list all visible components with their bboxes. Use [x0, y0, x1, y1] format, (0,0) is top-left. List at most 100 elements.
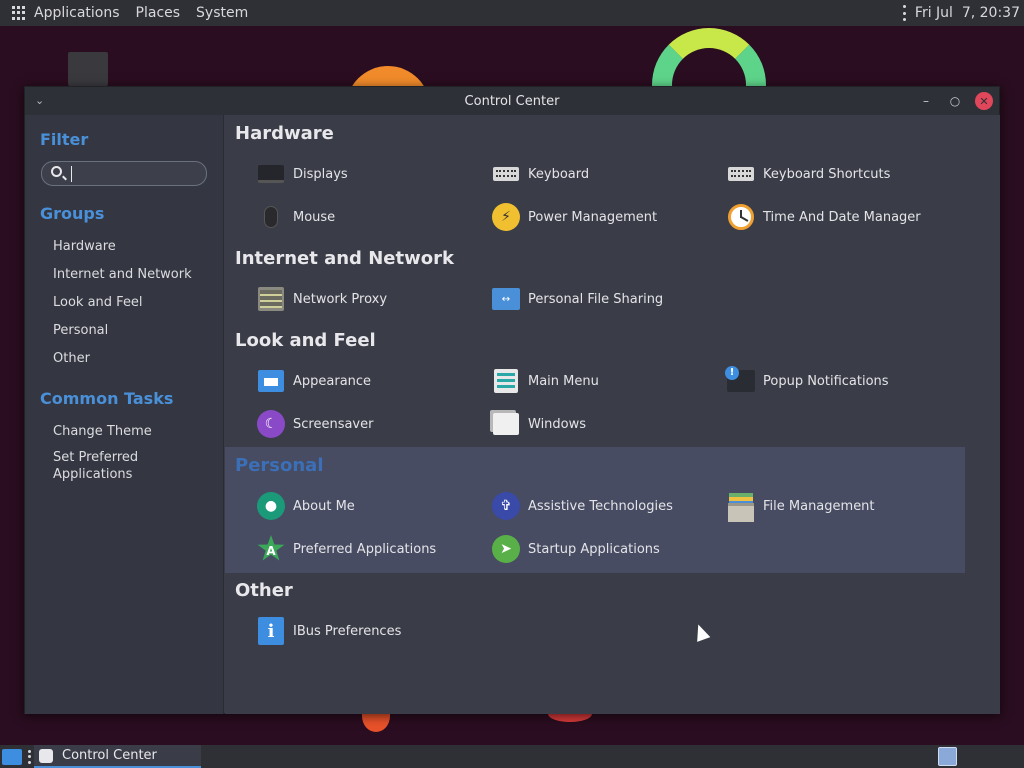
app-keyboard-shortcuts[interactable]: Keyboard Shortcuts [727, 160, 890, 188]
close-button[interactable]: ✕ [975, 92, 993, 110]
app-label: Keyboard Shortcuts [763, 166, 891, 182]
app-windows[interactable]: Windows [492, 410, 586, 438]
app-label: Preferred Applications [293, 541, 437, 557]
app-personal-file-sharing[interactable]: ↔ Personal File Sharing [492, 285, 663, 313]
file-cabinet-icon [727, 492, 755, 522]
search-icon [51, 166, 62, 177]
app-label: Assistive Technologies [528, 498, 673, 514]
section-title-other: Other [235, 580, 293, 601]
app-label: Power Management [528, 209, 658, 225]
keyboard-shortcuts-icon [727, 160, 755, 188]
app-displays[interactable]: Displays [257, 160, 348, 188]
keyboard-icon [492, 160, 520, 188]
notification-icon [725, 366, 755, 395]
rocket-icon: ➤ [492, 535, 520, 563]
app-time-and-date-manager[interactable]: Time And Date Manager [727, 203, 921, 231]
app-label: Popup Notifications [763, 373, 889, 389]
user-icon: ● [257, 492, 285, 520]
workspace-switcher-icon[interactable] [938, 747, 957, 766]
app-mouse[interactable]: Mouse [257, 203, 335, 231]
search-input[interactable] [76, 164, 196, 184]
app-label: Network Proxy [293, 291, 388, 307]
app-power-management[interactable]: ⚡ Power Management [492, 203, 657, 231]
mouse-icon [257, 203, 285, 231]
app-file-management[interactable]: File Management [727, 492, 875, 522]
clock-icon [727, 203, 755, 231]
desktop-icon[interactable] [68, 52, 108, 86]
app-ibus-preferences[interactable]: i IBus Preferences [257, 617, 401, 645]
task-set-preferred-applications[interactable]: Set Preferred Applications [53, 449, 163, 483]
app-label: Displays [293, 166, 348, 182]
app-label: Appearance [293, 373, 372, 389]
app-label: File Management [763, 498, 875, 514]
appearance-icon [257, 367, 285, 395]
groups-heading: Groups [40, 204, 105, 223]
maximize-button[interactable]: ○ [946, 92, 964, 110]
app-label: Startup Applications [528, 541, 660, 557]
titlebar[interactable]: ⌄ Control Center – ○ ✕ [25, 87, 999, 115]
group-look-and-feel[interactable]: Look and Feel [53, 294, 213, 311]
text-caret [71, 166, 72, 182]
info-icon: i [257, 617, 285, 645]
app-main-menu[interactable]: Main Menu [492, 367, 599, 395]
star-icon: A [257, 535, 285, 563]
sidebar: Filter Groups Hardware Internet and Netw… [25, 115, 224, 714]
menu-places[interactable]: Places [136, 5, 181, 21]
group-personal[interactable]: Personal [53, 322, 213, 339]
taskbar-item-control-center[interactable]: Control Center [34, 745, 201, 768]
app-assistive-technologies[interactable]: ✞ Assistive Technologies [492, 492, 673, 520]
server-icon [257, 285, 285, 313]
display-icon [257, 160, 285, 188]
app-keyboard[interactable]: Keyboard [492, 160, 589, 188]
task-change-theme[interactable]: Change Theme [53, 423, 213, 440]
section-title-personal: Personal [235, 455, 324, 476]
clock[interactable]: Fri Jul 7, 20:37 [915, 5, 1020, 21]
control-center-window: ⌄ Control Center – ○ ✕ Filter Groups Har… [24, 86, 1000, 714]
app-label: Keyboard [528, 166, 590, 182]
shared-folder-icon: ↔ [492, 285, 520, 313]
window-title: Control Center [464, 93, 560, 109]
menu-system[interactable]: System [196, 5, 248, 21]
show-desktop-button[interactable] [2, 748, 22, 765]
app-screensaver[interactable]: ☾ Screensaver [257, 410, 373, 438]
applications-grid-icon[interactable] [12, 6, 26, 20]
section-title-hardware: Hardware [235, 123, 334, 144]
app-label: Time And Date Manager [763, 209, 921, 225]
accessibility-icon: ✞ [492, 492, 520, 520]
taskbar-item-label: Control Center [62, 748, 157, 763]
group-hardware[interactable]: Hardware [53, 238, 213, 255]
moon-icon: ☾ [257, 410, 285, 438]
app-popup-notifications[interactable]: Popup Notifications [725, 366, 889, 395]
lightning-icon: ⚡ [492, 203, 520, 231]
top-panel: Applications Places System Fri Jul 7, 20… [0, 0, 1024, 26]
app-label: IBus Preferences [293, 623, 402, 639]
app-label: Main Menu [528, 373, 599, 389]
filter-heading: Filter [40, 130, 89, 149]
panel-handle-icon[interactable] [902, 5, 907, 21]
bottom-panel: Control Center [0, 745, 1024, 768]
app-label: Screensaver [293, 416, 374, 432]
main-menu-icon [492, 367, 520, 395]
app-label: Personal File Sharing [528, 291, 664, 307]
app-appearance[interactable]: Appearance [257, 367, 371, 395]
app-about-me[interactable]: ● About Me [257, 492, 355, 520]
app-preferred-applications[interactable]: A Preferred Applications [257, 535, 436, 563]
common-tasks-heading: Common Tasks [40, 389, 174, 408]
panel-handle-icon[interactable] [28, 749, 32, 764]
section-title-look-and-feel: Look and Feel [235, 330, 376, 351]
window-menu-chevron-icon[interactable]: ⌄ [35, 94, 44, 107]
group-internet-and-network[interactable]: Internet and Network [53, 266, 213, 283]
minimize-button[interactable]: – [917, 92, 935, 110]
app-label: Mouse [293, 209, 336, 225]
app-label: About Me [293, 498, 355, 514]
app-startup-applications[interactable]: ➤ Startup Applications [492, 535, 660, 563]
group-other[interactable]: Other [53, 350, 213, 367]
section-title-internet-and-network: Internet and Network [235, 248, 454, 269]
control-center-icon [39, 748, 53, 763]
app-network-proxy[interactable]: Network Proxy [257, 285, 387, 313]
windows-icon [492, 410, 520, 438]
search-field[interactable] [41, 161, 207, 186]
app-label: Windows [528, 416, 587, 432]
content-area: Hardware Displays Keyboard Keyboard Shor… [225, 115, 1000, 714]
menu-applications[interactable]: Applications [34, 5, 120, 21]
